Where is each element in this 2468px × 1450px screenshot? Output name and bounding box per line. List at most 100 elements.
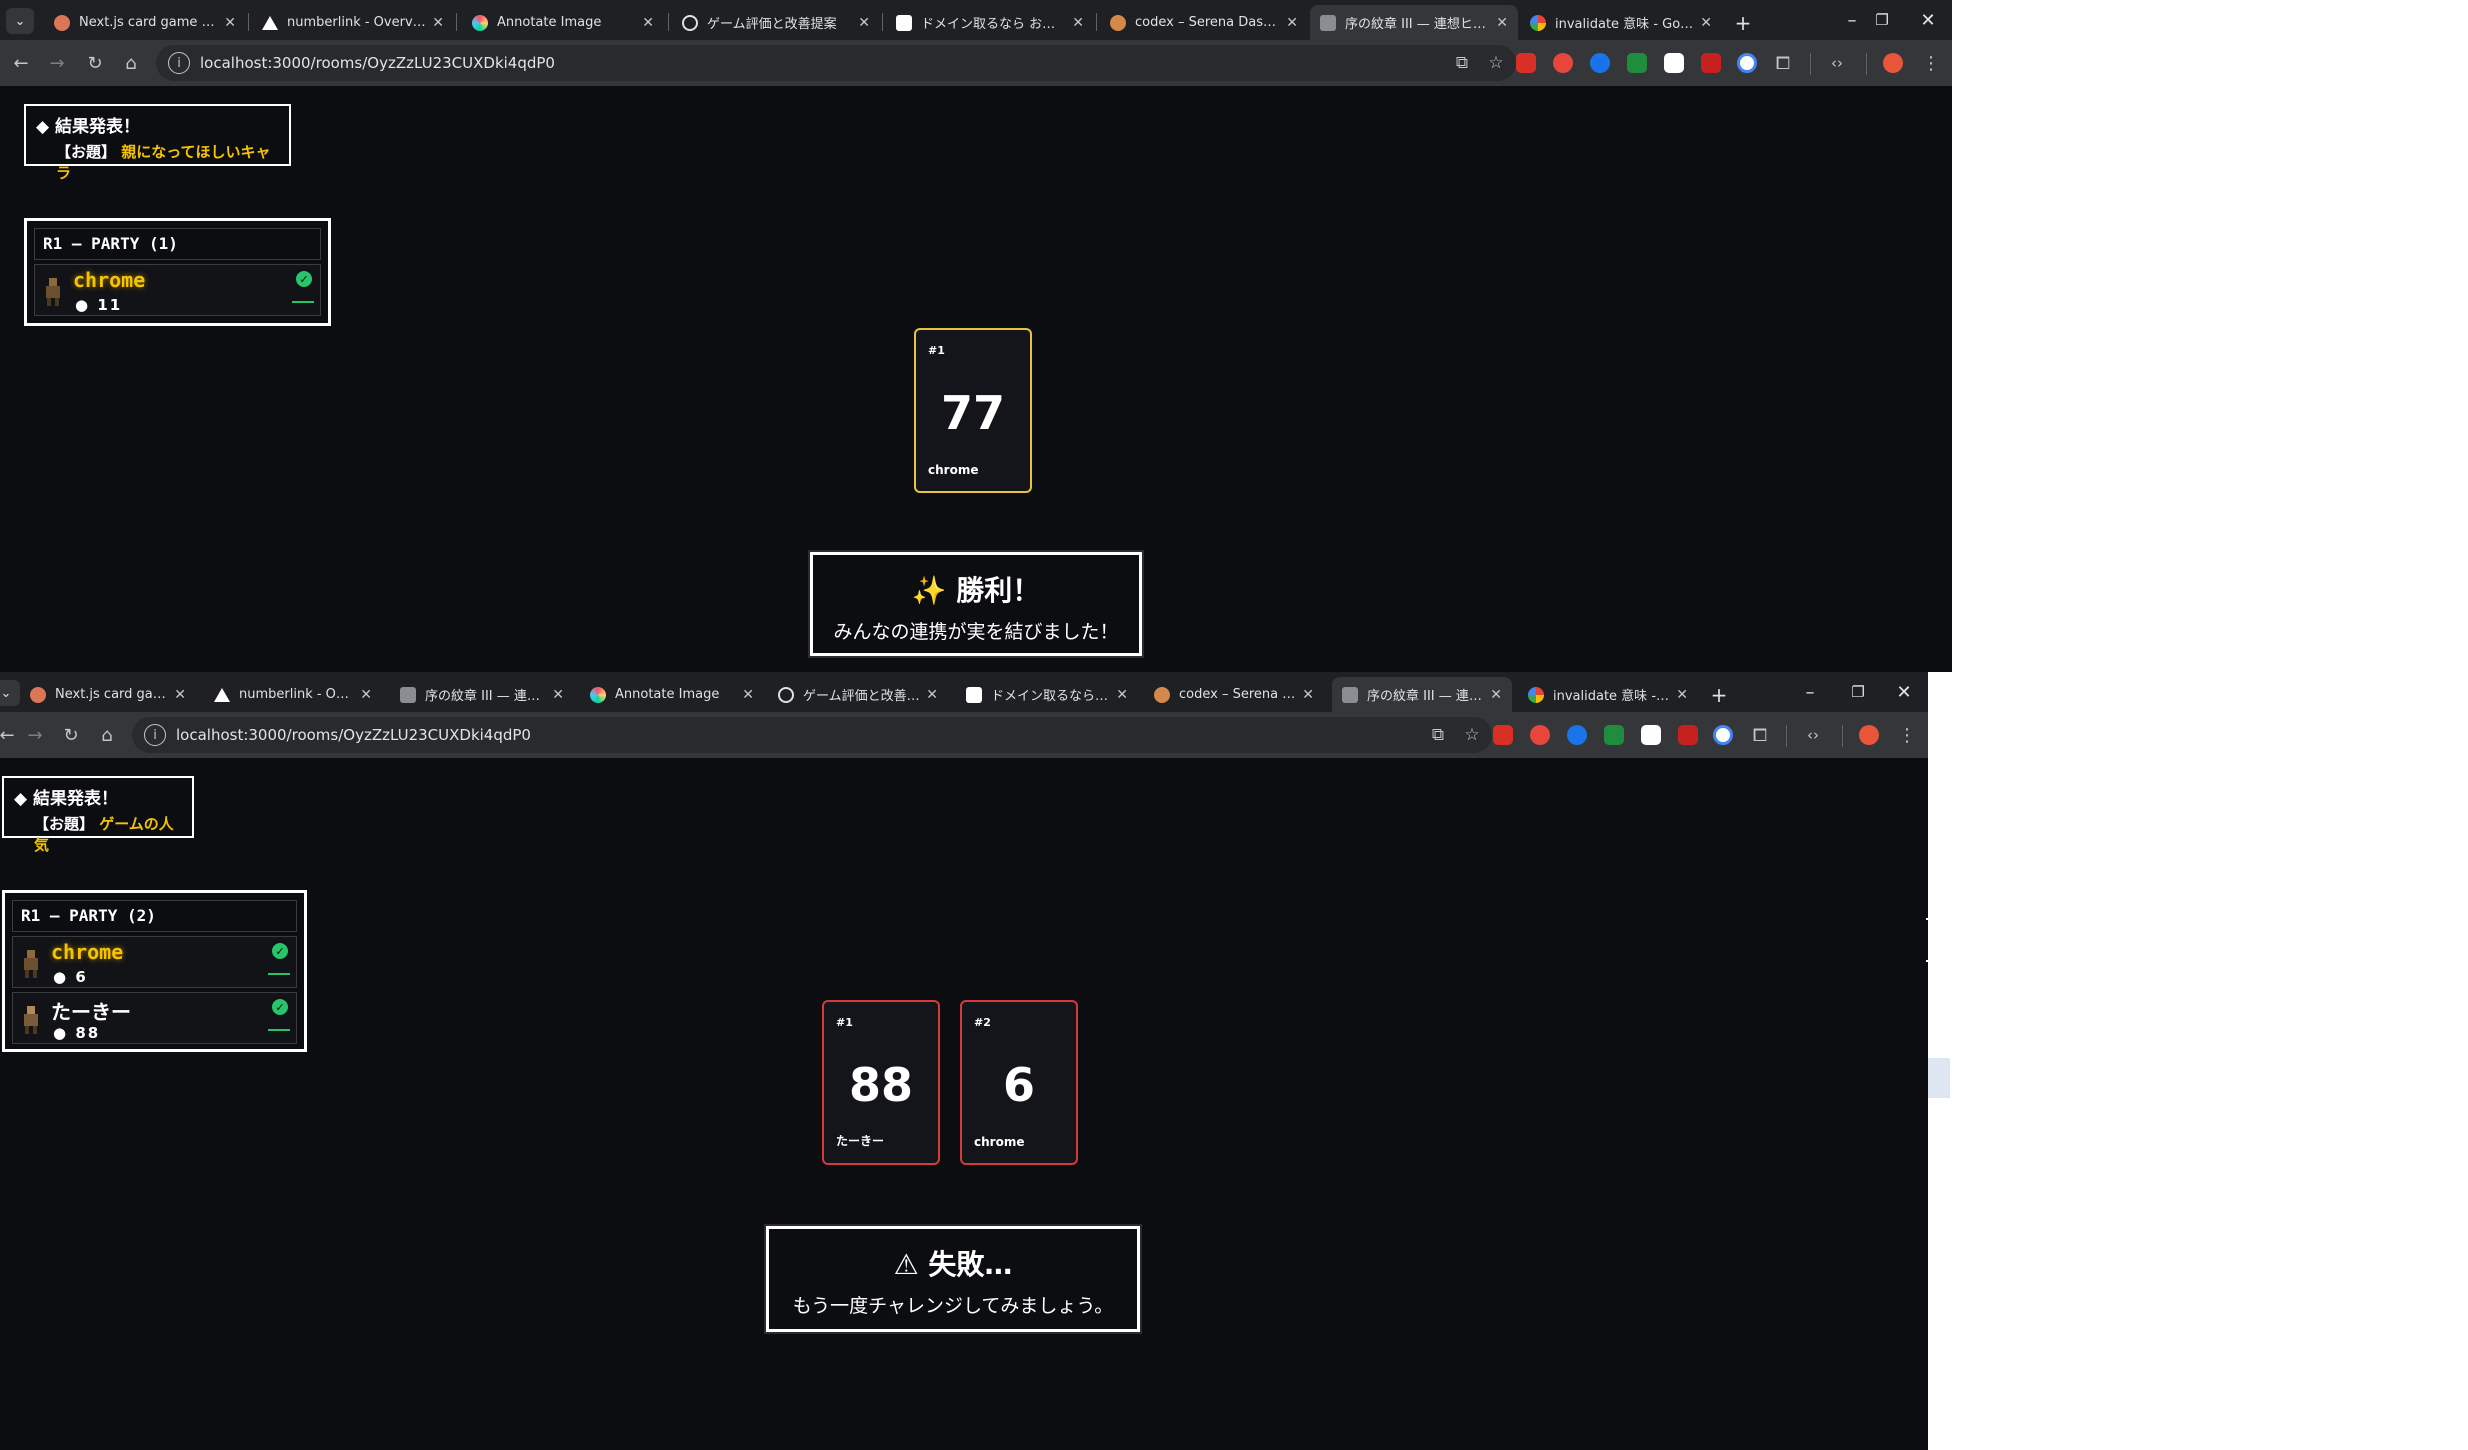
site-info-icon[interactable]: i (168, 52, 190, 74)
tab-7[interactable]: invalidate 意味 - Google 検 ✕ (1520, 5, 1722, 40)
result-banner: ✨ 勝利！ みんなの連携が実を結びました！ (810, 552, 1142, 656)
adblock-icon[interactable] (1493, 725, 1513, 745)
card-player: chrome (974, 1135, 1025, 1149)
extension-record-icon[interactable] (1678, 725, 1698, 745)
back-icon[interactable]: ← (0, 720, 22, 750)
close-icon[interactable]: ✕ (224, 15, 236, 31)
close-icon[interactable]: ✕ (642, 15, 654, 31)
close-icon[interactable]: ✕ (1286, 15, 1298, 31)
back-icon[interactable]: ← (6, 48, 36, 78)
tab-8[interactable]: invalidate 意味 - Goo ✕ (1518, 677, 1698, 712)
close-window-button[interactable]: ✕ (1886, 678, 1922, 706)
status-line (268, 1029, 290, 1031)
profile-avatar[interactable] (1859, 725, 1879, 745)
serena-icon (1154, 686, 1170, 703)
restore-button[interactable]: ❐ (1864, 6, 1900, 34)
extension-white-icon[interactable] (1641, 725, 1661, 745)
close-icon[interactable]: ✕ (360, 687, 372, 703)
url-text: localhost:3000/rooms/OyzZzLU23CUXDki4qdP… (200, 54, 555, 72)
close-icon[interactable]: ✕ (1700, 15, 1712, 31)
card-value: 6 (1002, 1058, 1035, 1112)
menu-icon[interactable]: ⋮ (1892, 720, 1922, 750)
profile-avatar[interactable] (1883, 53, 1903, 73)
close-icon[interactable]: ✕ (926, 687, 938, 703)
bookmark-star-icon[interactable]: ☆ (1458, 721, 1486, 749)
devtools-icon[interactable]: ‹› (1822, 48, 1852, 78)
restore-button[interactable]: ❐ (1840, 678, 1876, 706)
ready-check-icon: ✓ (296, 271, 312, 287)
extension-red-icon[interactable] (1553, 53, 1573, 73)
install-app-icon[interactable]: ⧉ (1448, 49, 1476, 77)
tab-0[interactable]: Next.js card game with Cl ✕ (44, 5, 246, 40)
home-icon[interactable]: ⌂ (116, 48, 146, 78)
close-icon[interactable]: ✕ (1496, 15, 1508, 31)
close-icon[interactable]: ✕ (742, 687, 754, 703)
tab-title: 序の紋章 III — 連想ヒ (425, 689, 547, 704)
extension-white-icon[interactable] (1664, 53, 1684, 73)
tab-title: ゲーム評価と改善提案 (707, 17, 837, 32)
extensions-puzzle-icon[interactable]: ⧠ (1768, 48, 1798, 78)
reload-icon[interactable]: ↻ (80, 48, 110, 78)
omnibox[interactable]: i localhost:3000/rooms/OyzZzLU23CUXDki4q… (156, 45, 1516, 81)
tab-4[interactable]: ゲーム評価と改善提案 ✕ (768, 677, 948, 712)
address-bar: ← → ↻ ⌂ i localhost:3000/rooms/OyzZzLU23… (0, 712, 1928, 758)
new-tab-button[interactable]: + (1704, 677, 1734, 712)
extension-circle-icon[interactable] (1737, 53, 1757, 73)
tab-7-active[interactable]: 序の紋章 III — 連想ヒ ✕ (1332, 677, 1512, 712)
close-icon[interactable]: ✕ (1490, 687, 1502, 703)
bookmark-star-icon[interactable]: ☆ (1482, 49, 1510, 77)
extension-green-icon[interactable] (1604, 725, 1624, 745)
tab-2[interactable]: 序の紋章 III — 連想ヒ ✕ (390, 677, 574, 712)
tab-5[interactable]: codex – Serena Dashboar ✕ (1100, 5, 1308, 40)
extension-green-icon[interactable] (1627, 53, 1647, 73)
omnibox[interactable]: i localhost:3000/rooms/OyzZzLU23CUXDki4q… (132, 717, 1492, 753)
tab-3[interactable]: Annotate Image ✕ (580, 677, 764, 712)
topic-line: 【お題】 親になってほしいキャラ (36, 141, 279, 183)
tab-search-button[interactable]: ⌄ (0, 680, 20, 706)
close-icon[interactable]: ✕ (858, 15, 870, 31)
extension-circle-icon[interactable] (1713, 725, 1733, 745)
install-app-icon[interactable]: ⧉ (1424, 721, 1452, 749)
card-index: #2 (974, 1016, 991, 1029)
extension-sound-icon[interactable] (1590, 53, 1610, 73)
tab-0[interactable]: Next.js card game wit ✕ (20, 677, 196, 712)
tab-2[interactable]: Annotate Image ✕ (462, 5, 664, 40)
extension-sound-icon[interactable] (1567, 725, 1587, 745)
tab-1[interactable]: numberlink - Overview – V ✕ (252, 5, 454, 40)
tab-search-button[interactable]: ⌄ (6, 8, 34, 34)
close-icon[interactable]: ✕ (552, 687, 564, 703)
home-icon[interactable]: ⌂ (92, 720, 122, 750)
devtools-icon[interactable]: ‹› (1798, 720, 1828, 750)
new-tab-button[interactable]: + (1728, 5, 1758, 40)
extension-record-icon[interactable] (1701, 53, 1721, 73)
adblock-icon[interactable] (1516, 53, 1536, 73)
minimize-button[interactable]: – (1792, 678, 1828, 706)
party-panel: R1 – PARTY (1) chrome ● 11 ✓ (24, 218, 331, 326)
forward-icon[interactable]: → (42, 48, 72, 78)
close-icon[interactable]: ✕ (1302, 687, 1314, 703)
tab-6[interactable]: codex – Serena Dash ✕ (1144, 677, 1324, 712)
tab-3[interactable]: ゲーム評価と改善提案 ✕ (672, 5, 880, 40)
close-window-button[interactable]: ✕ (1910, 6, 1946, 34)
tab-title: 序の紋章 III — 連想ヒントで (1345, 17, 1490, 32)
player-row: たーきー ● 88 ✓ (12, 992, 297, 1044)
onamae-icon (966, 686, 982, 703)
site-info-icon[interactable]: i (144, 724, 166, 746)
reload-icon[interactable]: ↻ (56, 720, 86, 750)
extensions-puzzle-icon[interactable]: ⧠ (1745, 720, 1775, 750)
tab-4[interactable]: ドメイン取るなら お名前.com ✕ (886, 5, 1094, 40)
close-icon[interactable]: ✕ (1072, 15, 1084, 31)
close-icon[interactable]: ✕ (1676, 687, 1688, 703)
menu-icon[interactable]: ⋮ (1916, 48, 1946, 78)
forward-icon[interactable]: → (20, 720, 50, 750)
tab-6-active[interactable]: 序の紋章 III — 連想ヒントで ✕ (1310, 5, 1518, 40)
player-row: chrome ● 6 ✓ (12, 936, 297, 988)
tab-1[interactable]: numberlink - Overvie ✕ (204, 677, 382, 712)
warning-icon: ⚠ (893, 1248, 919, 1281)
close-icon[interactable]: ✕ (1116, 687, 1128, 703)
tab-5[interactable]: ドメイン取るなら お名前 ✕ (956, 677, 1138, 712)
extension-red-icon[interactable] (1530, 725, 1550, 745)
close-icon[interactable]: ✕ (174, 687, 186, 703)
tab-title: codex – Serena Dashboar (1135, 15, 1280, 30)
close-icon[interactable]: ✕ (432, 15, 444, 31)
